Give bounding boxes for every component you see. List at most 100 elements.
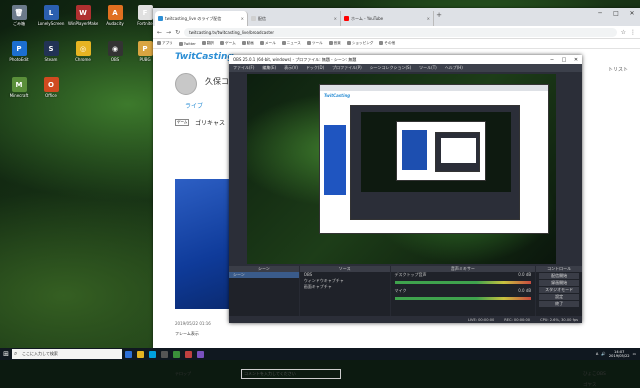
desktop-icon[interactable]: W WinPlayerMaker bbox=[68, 4, 98, 37]
bookmark-item[interactable]: ツール bbox=[307, 41, 323, 46]
minimize-icon[interactable]: ─ bbox=[546, 57, 558, 63]
header-link[interactable]: トリスト bbox=[608, 66, 628, 73]
obs-menu-item[interactable]: ファイル(F) bbox=[233, 65, 254, 71]
source-item[interactable]: 画面キャプチャ bbox=[300, 284, 390, 290]
close-icon[interactable]: ✕ bbox=[570, 57, 582, 63]
desktop-icon-label: LonelyScreen bbox=[37, 21, 65, 26]
bookmark-item[interactable]: ニュース bbox=[282, 41, 301, 46]
bookmark-item[interactable]: 音楽 bbox=[329, 41, 341, 46]
desktop-icon[interactable]: M Minecraft bbox=[4, 76, 34, 109]
desktop-icon-label: PhotoEdit bbox=[9, 57, 29, 62]
twitcasting-logo[interactable]: TwitCasting bbox=[175, 52, 234, 62]
obs-menu-item[interactable]: シーンコレクション(S) bbox=[370, 65, 411, 71]
tab-live[interactable]: ライブ bbox=[185, 101, 203, 110]
maximize-icon[interactable]: □ bbox=[558, 57, 570, 63]
new-tab-button[interactable]: + bbox=[434, 11, 444, 26]
bookmarks-bar: アプリ Twitter 翻訳 ゲーム 動画 メール ニュース ツール 音楽 ショッピング その他 bbox=[153, 39, 640, 49]
star-icon[interactable]: ☆ bbox=[621, 29, 626, 36]
office-icon: O bbox=[43, 77, 59, 92]
desktop-icon[interactable]: ◉ OBS bbox=[100, 40, 130, 73]
system-tray: A 🔊 14:07 2019/05/22 ▭ bbox=[596, 350, 640, 358]
studio-mode-button[interactable]: スタジオモード bbox=[539, 287, 580, 293]
close-tab-icon[interactable]: × bbox=[241, 16, 244, 21]
obs-icon: ◉ bbox=[107, 41, 123, 56]
broadcast-date: 2019/05/22 01:16 bbox=[175, 321, 211, 326]
obs-menu-item[interactable]: ヘルプ(H) bbox=[445, 65, 463, 71]
notification-icon[interactable]: ▭ bbox=[633, 352, 636, 356]
comment-input[interactable]: コメントを入力してください bbox=[241, 369, 341, 379]
bookmark-item[interactable]: 翻訳 bbox=[202, 41, 214, 46]
tab-youtube[interactable]: ホーム - YouTube × bbox=[341, 11, 434, 26]
desktop-icon[interactable]: 🗑 ごみ箱 bbox=[4, 4, 34, 37]
bookmark-item[interactable]: Twitter bbox=[179, 42, 196, 46]
bookmark-item[interactable]: ゲーム bbox=[220, 41, 236, 46]
tab-twitcasting[interactable]: twitcasting_live のライブ配信 × bbox=[155, 11, 248, 26]
obs-menu-item[interactable]: 表示(V) bbox=[284, 65, 298, 71]
obs-menu-item[interactable]: ツール(T) bbox=[419, 65, 437, 71]
taskbar-app-icon[interactable] bbox=[146, 348, 158, 360]
taskbar-app-icon[interactable] bbox=[170, 348, 182, 360]
taskbar-app-icon[interactable] bbox=[158, 348, 170, 360]
bookmark-item[interactable]: アプリ bbox=[157, 41, 173, 46]
audio-mixer-dock: 音声ミキサー デスクトップ音声 0.0 dB マイク 0.0 dB bbox=[390, 266, 536, 323]
username: 久保コ bbox=[205, 77, 229, 86]
menu-icon[interactable]: ⋮ bbox=[630, 29, 636, 36]
taskbar-search-input[interactable]: ここに入力して検索 bbox=[12, 349, 122, 359]
ime-indicator[interactable]: A bbox=[596, 352, 598, 356]
desktop-icon[interactable]: O Office bbox=[36, 76, 66, 109]
forward-icon[interactable]: → bbox=[166, 29, 171, 36]
desktop-icon-label: Audacity bbox=[106, 21, 124, 26]
obs-window: OBS 25.0.1 (64-bit, windows) - プロファイル: 無… bbox=[229, 55, 583, 323]
bookmark-item[interactable]: ショッピング bbox=[347, 41, 374, 46]
exit-button[interactable]: 終了 bbox=[539, 301, 580, 307]
desktop-icon[interactable]: ◎ Chrome bbox=[68, 40, 98, 73]
scene-item[interactable]: シーン bbox=[229, 272, 299, 278]
taskbar-app-icon[interactable] bbox=[194, 348, 206, 360]
obs-status-bar: LIVE: 00:00:00 REC: 00:00:00 CPU: 2.6%, … bbox=[229, 316, 582, 323]
url-input[interactable]: twitcasting.tv/twitcasting_live/broadcas… bbox=[184, 27, 617, 37]
taskbar-app-icon[interactable] bbox=[134, 348, 146, 360]
desktop-icon[interactable]: L LonelyScreen bbox=[36, 4, 66, 37]
taskbar-app-icon[interactable] bbox=[182, 348, 194, 360]
bookmark-item[interactable]: 動画 bbox=[242, 41, 254, 46]
windows-start-icon[interactable]: ⊞ bbox=[0, 348, 12, 360]
minecraft-icon: M bbox=[11, 77, 27, 92]
bookmark-item[interactable]: メール bbox=[260, 41, 276, 46]
avatar[interactable] bbox=[175, 73, 197, 95]
tab-strip: twitcasting_live のライブ配信 × 配信 × ホーム - YouTu… bbox=[153, 8, 640, 26]
steam-icon: S bbox=[43, 41, 59, 56]
obs-menu-item[interactable]: ドック(D) bbox=[306, 65, 324, 71]
close-tab-icon[interactable]: × bbox=[334, 16, 337, 21]
clock[interactable]: 14:07 2019/05/22 bbox=[609, 350, 630, 358]
close-icon[interactable]: ✕ bbox=[624, 8, 640, 20]
close-tab-icon[interactable]: × bbox=[427, 16, 430, 21]
tab-haishin[interactable]: 配信 × bbox=[248, 11, 341, 26]
start-recording-button[interactable]: 録画開始 bbox=[539, 280, 580, 286]
obs-preview[interactable]: TwitCasting bbox=[247, 74, 556, 264]
frame-toggle[interactable]: フレーム表示 bbox=[175, 331, 199, 337]
bookmark-item[interactable]: その他 bbox=[379, 41, 395, 46]
desktop-icon-label: Minecraft bbox=[9, 93, 29, 98]
reload-icon[interactable]: ↻ bbox=[175, 29, 180, 36]
maximize-icon[interactable]: □ bbox=[608, 8, 624, 20]
obs-docks: シーン シーン ソース OBS ウィンドウキャプチャ 画面キャプチャ 音声ミキサ… bbox=[229, 266, 583, 323]
minimize-icon[interactable]: ─ bbox=[592, 8, 608, 20]
settings-button[interactable]: 設定 bbox=[539, 294, 580, 300]
taskbar-app-icon[interactable] bbox=[122, 348, 134, 360]
obs-menu-item[interactable]: プロファイル(P) bbox=[332, 65, 362, 71]
obs-menu-item[interactable]: 編集(E) bbox=[262, 65, 276, 71]
volume-meter bbox=[394, 297, 532, 300]
audacity-icon: A bbox=[107, 5, 123, 20]
desktop-icon[interactable]: A Audacity bbox=[100, 4, 130, 37]
volume-icon[interactable]: 🔊 bbox=[601, 352, 605, 356]
lonelyscreen-icon: L bbox=[43, 5, 59, 20]
video-player[interactable] bbox=[175, 179, 235, 309]
back-icon[interactable]: ← bbox=[157, 29, 162, 36]
controls-dock: コントロール 配信開始 録画開始 スタジオモード 設定 終了 bbox=[536, 266, 583, 323]
desktop-icon[interactable]: S Steam bbox=[36, 40, 66, 73]
start-streaming-button[interactable]: 配信開始 bbox=[539, 273, 580, 279]
desktop-icon[interactable]: P PhotoEdit bbox=[4, 40, 34, 73]
app-icon: W bbox=[75, 5, 91, 20]
broadcast-title: ゴリキャス bbox=[195, 120, 226, 127]
category-tag: ゲーム bbox=[175, 119, 190, 126]
